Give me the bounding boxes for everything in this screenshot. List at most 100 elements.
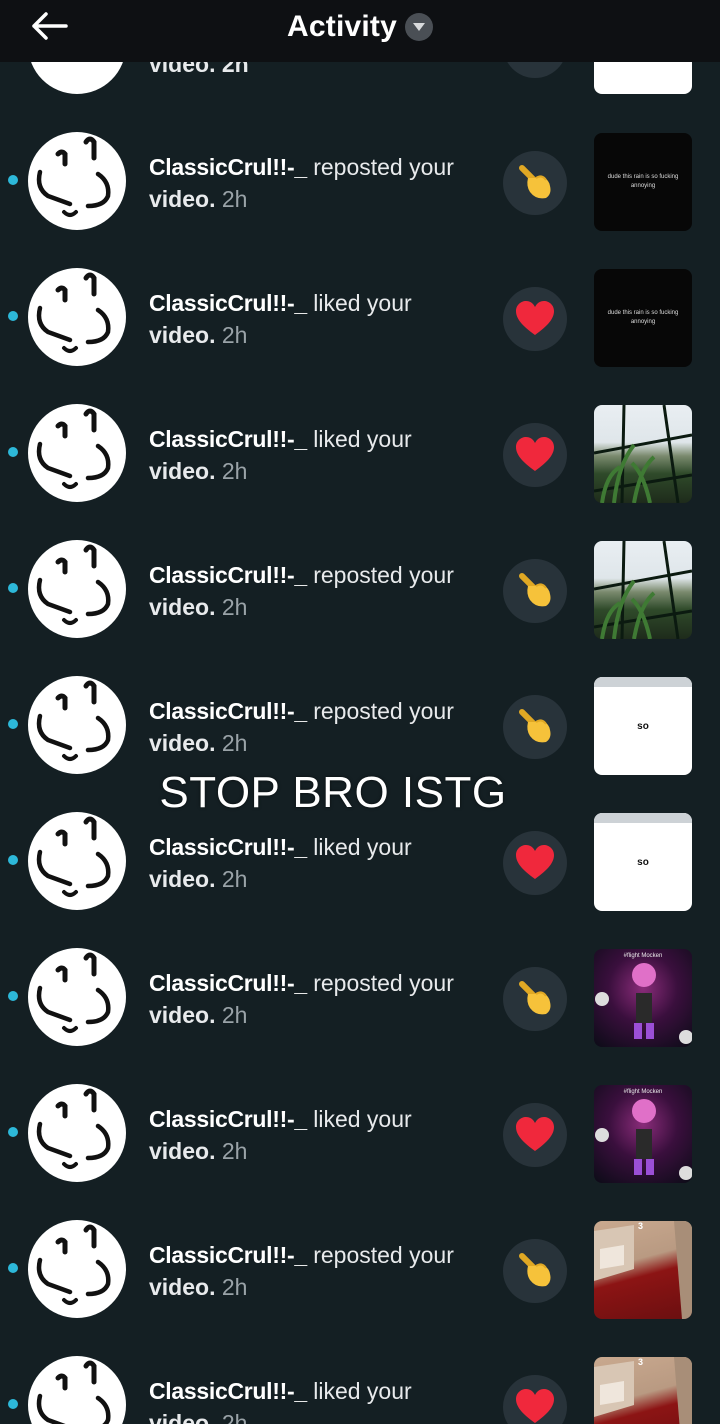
video-word: video. xyxy=(149,322,216,348)
video-thumbnail[interactable]: so xyxy=(594,677,692,775)
video-word: video. xyxy=(149,866,216,892)
unread-dot xyxy=(8,175,18,185)
overlay-caption: STOP BRO ISTG xyxy=(159,768,507,817)
username[interactable]: ClassicCrul!!-_ xyxy=(149,1378,307,1404)
username[interactable]: ClassicCrul!!-_ xyxy=(149,290,307,316)
video-thumbnail[interactable]: dude this rain is so fucking annoying xyxy=(594,269,692,367)
unread-dot xyxy=(8,583,18,593)
action-text: reposted your xyxy=(306,562,454,588)
action-text: reposted your xyxy=(306,1242,454,1268)
video-thumbnail[interactable]: 3 xyxy=(594,1357,692,1424)
username[interactable]: ClassicCrul!!-_ xyxy=(149,834,307,860)
video-thumbnail[interactable]: 3 xyxy=(594,1221,692,1319)
unread-dot xyxy=(8,1127,18,1137)
action-text: reposted your xyxy=(306,154,454,180)
action-text: liked your xyxy=(306,834,412,860)
activity-filter-dropdown[interactable]: Activity xyxy=(287,10,433,44)
video-word: video. xyxy=(149,1274,216,1300)
video-thumbnail[interactable]: #flight Mocken xyxy=(594,1085,692,1183)
pointing-hand-icon xyxy=(503,1239,567,1303)
unread-dot xyxy=(8,855,18,865)
unread-dot xyxy=(8,991,18,1001)
list-item[interactable]: ClassicCrul!!-_ reposted your video. 2h … xyxy=(0,1204,720,1340)
avatar[interactable] xyxy=(28,1220,126,1318)
video-word: video. xyxy=(149,594,216,620)
avatar[interactable] xyxy=(28,404,126,502)
chevron-down-icon xyxy=(404,13,433,41)
timestamp: 2h xyxy=(215,458,248,484)
action-text: liked your xyxy=(306,1106,412,1132)
list-item[interactable]: ClassicCrul!!-_ liked your video. 2h 3 xyxy=(0,1340,720,1424)
timestamp: 2h xyxy=(215,866,248,892)
avatar[interactable] xyxy=(28,540,126,638)
thumbnail-caption: dude this rain is so fucking annoying xyxy=(607,174,679,189)
video-word: video. xyxy=(149,1138,216,1164)
video-thumbnail[interactable]: dude this rain is so fucking annoying xyxy=(594,133,692,231)
notification-text: ClassicCrul!!-_ liked your video. 2h xyxy=(149,831,489,895)
heart-icon xyxy=(503,287,567,351)
action-text: reposted your xyxy=(306,698,454,724)
avatar[interactable] xyxy=(28,268,126,366)
username[interactable]: ClassicCrul!!-_ xyxy=(149,698,307,724)
avatar[interactable] xyxy=(28,132,126,230)
pointing-hand-icon xyxy=(503,151,567,215)
timestamp: 2h xyxy=(215,1274,248,1300)
video-word: video. xyxy=(149,1002,216,1028)
video-thumbnail[interactable] xyxy=(594,541,692,639)
thumbnail-caption: dude this rain is so fucking annoying xyxy=(607,310,679,325)
notification-text: ClassicCrul!!-_ liked your video. 2h xyxy=(149,287,489,351)
timestamp: 2h xyxy=(215,1138,248,1164)
notification-text: ClassicCrul!!-_ reposted your video. 2h xyxy=(149,1239,489,1303)
avatar[interactable] xyxy=(28,812,126,910)
notification-text: ClassicCrul!!-_ reposted your video. 2h xyxy=(149,967,489,1031)
username[interactable]: ClassicCrul!!-_ xyxy=(149,154,307,180)
video-word: video. xyxy=(149,458,216,484)
video-thumbnail[interactable]: so xyxy=(594,813,692,911)
action-text: liked your xyxy=(306,290,412,316)
heart-icon xyxy=(503,1375,567,1424)
pointing-hand-icon xyxy=(503,967,567,1031)
video-thumbnail[interactable]: #flight Mocken xyxy=(594,949,692,1047)
avatar[interactable] xyxy=(28,948,126,1046)
username[interactable]: ClassicCrul!!-_ xyxy=(149,562,307,588)
heart-icon xyxy=(503,1103,567,1167)
list-item[interactable]: ClassicCrul!!-_ reposted your video. 2h … xyxy=(0,116,720,252)
thumbnail-caption: so xyxy=(637,856,649,868)
username[interactable]: ClassicCrul!!-_ xyxy=(149,1106,307,1132)
timestamp: 2h xyxy=(215,1410,248,1424)
video-thumbnail[interactable] xyxy=(594,405,692,503)
username[interactable]: ClassicCrul!!-_ xyxy=(149,426,307,452)
timestamp: 2h xyxy=(215,730,248,756)
back-arrow-icon[interactable] xyxy=(26,8,72,44)
unread-dot xyxy=(8,311,18,321)
action-text: liked your xyxy=(306,426,412,452)
list-item[interactable]: ClassicCrul!!-_ reposted your video. 2h … xyxy=(0,932,720,1068)
list-item[interactable]: ClassicCrul!!-_ liked your video. 2h #fl… xyxy=(0,1068,720,1204)
heart-icon xyxy=(503,831,567,895)
list-item[interactable]: ClassicCrul!!-_ liked your video. 2h xyxy=(0,388,720,524)
heart-icon xyxy=(503,423,567,487)
unread-dot xyxy=(8,1399,18,1409)
page-title: Activity xyxy=(287,10,397,43)
timestamp: 2h xyxy=(215,322,248,348)
username[interactable]: ClassicCrul!!-_ xyxy=(149,1242,307,1268)
top-bar: Activity xyxy=(0,0,720,62)
timestamp: 2h xyxy=(215,1002,248,1028)
action-text: reposted your xyxy=(306,970,454,996)
notification-text: ClassicCrul!!-_ reposted your video. 2h xyxy=(149,559,489,623)
thumbnail-caption: so xyxy=(637,720,649,732)
unread-dot xyxy=(8,1263,18,1273)
username[interactable]: ClassicCrul!!-_ xyxy=(149,970,307,996)
action-text: liked your xyxy=(306,1378,412,1404)
video-word: video. xyxy=(149,186,216,212)
video-word: video. xyxy=(149,1410,216,1424)
notification-text: ClassicCrul!!-_ reposted your video. 2h xyxy=(149,695,489,759)
list-item[interactable]: ClassicCrul!!-_ reposted your video. 2h xyxy=(0,524,720,660)
list-item[interactable]: ClassicCrul!!-_ liked your video. 2h dud… xyxy=(0,252,720,388)
unread-dot xyxy=(8,719,18,729)
avatar[interactable] xyxy=(28,1356,126,1424)
notification-text: ClassicCrul!!-_ reposted your video. 2h xyxy=(149,151,489,215)
avatar[interactable] xyxy=(28,1084,126,1182)
pointing-hand-icon xyxy=(503,695,567,759)
avatar[interactable] xyxy=(28,676,126,774)
